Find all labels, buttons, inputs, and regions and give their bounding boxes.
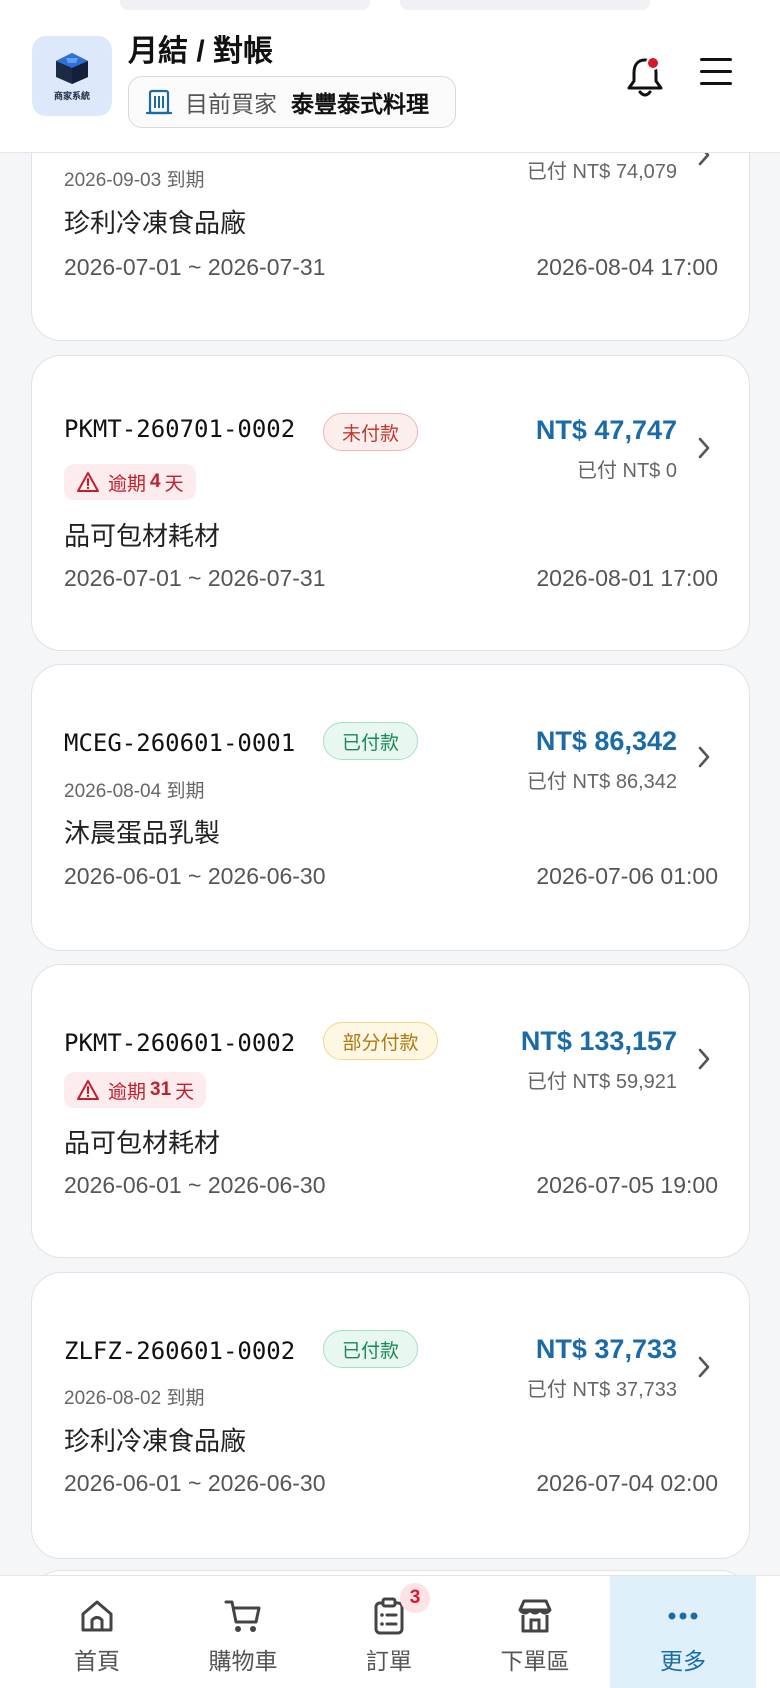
cart-icon [224,1600,261,1632]
vendor-name: 珍利冷凍食品廠 [64,208,247,238]
paid-amount: 已付 NT$ 37,733 [526,1379,677,1401]
app-logo[interactable]: 商家系統 [32,36,112,116]
overdue-days: 31 [150,1079,172,1100]
overdue-days: 4 [150,471,161,492]
statement-datetime: 2026-07-06 01:00 [536,863,718,889]
header-shadow-strip [400,0,650,10]
nav-cart-label: 購物車 [208,1648,278,1674]
invoice-amount: NT$ 86,342 [535,726,677,756]
vendor-name: 沐晨蛋品乳製 [64,818,221,848]
billing-period: 2026-06-01 ~ 2026-06-30 [64,1172,326,1198]
overdue-suffix: 天 [164,473,184,495]
nav-home[interactable]: 首頁 [24,1576,170,1688]
monthly-statement-page: 商家系統 月結 / 對帳 目前買家 泰豐泰式料理 已付 NT$ 74,079 2… [0,0,780,1688]
nav-more[interactable]: 更多 [610,1576,756,1688]
warning-triangle-icon [77,1080,99,1100]
vendor-name: 珍利冷凍食品廠 [64,1426,247,1456]
box-logo-icon [56,52,88,84]
vendor-name: 品可包材耗材 [64,1128,221,1158]
overdue-badge: 逾期 31 天 [64,1072,207,1108]
logo-text: 商家系統 [53,90,90,101]
nav-more-label: 更多 [660,1648,706,1674]
warning-triangle-icon [77,472,99,492]
chevron-right-icon [698,746,710,768]
chevron-right-icon [698,437,710,459]
chevron-right-icon [698,1356,710,1378]
menu-line [700,70,732,73]
chevron-right-icon [698,1048,710,1070]
nav-orders[interactable]: 訂單 [316,1576,462,1688]
buyer-name: 泰豐泰式料理 [291,91,429,117]
invoice-card[interactable]: MCEG-260601-0001 已付款 NT$ 86,342 已付 NT$ 8… [31,664,750,951]
storefront-icon [518,1599,552,1633]
app-header: 商家系統 月結 / 對帳 目前買家 泰豐泰式料理 [0,0,780,153]
paid-amount: 已付 NT$ 59,921 [526,1071,677,1093]
overdue-badge: 逾期 4 天 [64,464,196,500]
statement-datetime: 2026-07-04 02:00 [536,1470,718,1496]
header-shadow-strip [120,0,370,10]
buyer-label: 目前買家 [185,91,277,117]
status-badge: 未付款 [323,413,418,451]
status-badge: 已付款 [323,1330,418,1368]
invoice-amount: NT$ 47,747 [535,415,677,445]
invoice-number: PKMT-260701-0002 [64,415,296,443]
invoice-card[interactable]: ZLFZ-260601-0002 已付款 NT$ 37,733 已付 NT$ 3… [31,1272,750,1559]
statement-datetime: 2026-07-05 19:00 [536,1172,718,1198]
nav-shop-label: 下單區 [500,1648,570,1674]
due-date: 2026-08-04 到期 [64,781,205,802]
overdue-prefix: 逾期 [108,473,147,495]
invoice-number: MCEG-260601-0001 [64,729,296,757]
more-dots-icon [668,1612,698,1620]
invoice-number: ZLFZ-260601-0002 [64,1337,296,1365]
notifications-button[interactable] [624,54,666,100]
overdue-suffix: 天 [175,1081,195,1103]
statement-datetime: 2026-08-01 17:00 [536,565,718,591]
invoice-amount: NT$ 37,733 [535,1334,677,1364]
due-date: 2026-08-02 到期 [64,1388,205,1409]
billing-period: 2026-07-01 ~ 2026-07-31 [64,254,326,280]
menu-line [700,58,732,61]
statement-datetime: 2026-08-04 17:00 [536,254,718,280]
invoice-number: PKMT-260601-0002 [64,1029,296,1057]
notification-dot [646,56,660,70]
nav-home-label: 首頁 [74,1648,120,1674]
page-title: 月結 / 對帳 [128,35,274,68]
hamburger-menu-button[interactable] [700,58,732,90]
invoice-card[interactable]: PKMT-260701-0002 未付款 NT$ 47,747 已付 NT$ 0… [31,355,750,651]
overdue-prefix: 逾期 [108,1081,147,1103]
invoice-amount: NT$ 133,157 [520,1026,677,1056]
orders-count-badge: 3 [400,1583,430,1613]
paid-amount: 已付 NT$ 74,079 [526,161,677,183]
home-icon [81,1600,113,1632]
building-icon [145,89,173,115]
invoice-card[interactable]: PKMT-260601-0002 部分付款 NT$ 133,157 已付 NT$… [31,964,750,1258]
vendor-name: 品可包材耗材 [64,521,221,551]
bottom-navigation: 首頁 購物車 訂單 下單區 更多 [0,1575,780,1688]
paid-amount: 已付 NT$ 86,342 [526,771,677,793]
due-date: 2026-09-03 到期 [64,170,205,191]
paid-amount: 已付 NT$ 0 [576,460,677,482]
status-badge: 已付款 [323,722,418,760]
nav-shop[interactable]: 下單區 [462,1576,608,1688]
nav-orders-label: 訂單 [366,1648,412,1674]
nav-cart[interactable]: 購物車 [170,1576,316,1688]
billing-period: 2026-06-01 ~ 2026-06-30 [64,1470,326,1496]
billing-period: 2026-07-01 ~ 2026-07-31 [64,565,326,591]
billing-period: 2026-06-01 ~ 2026-06-30 [64,863,326,889]
menu-line [700,82,732,85]
status-badge: 部分付款 [323,1022,438,1060]
current-buyer-selector[interactable]: 目前買家 泰豐泰式料理 [128,76,456,128]
